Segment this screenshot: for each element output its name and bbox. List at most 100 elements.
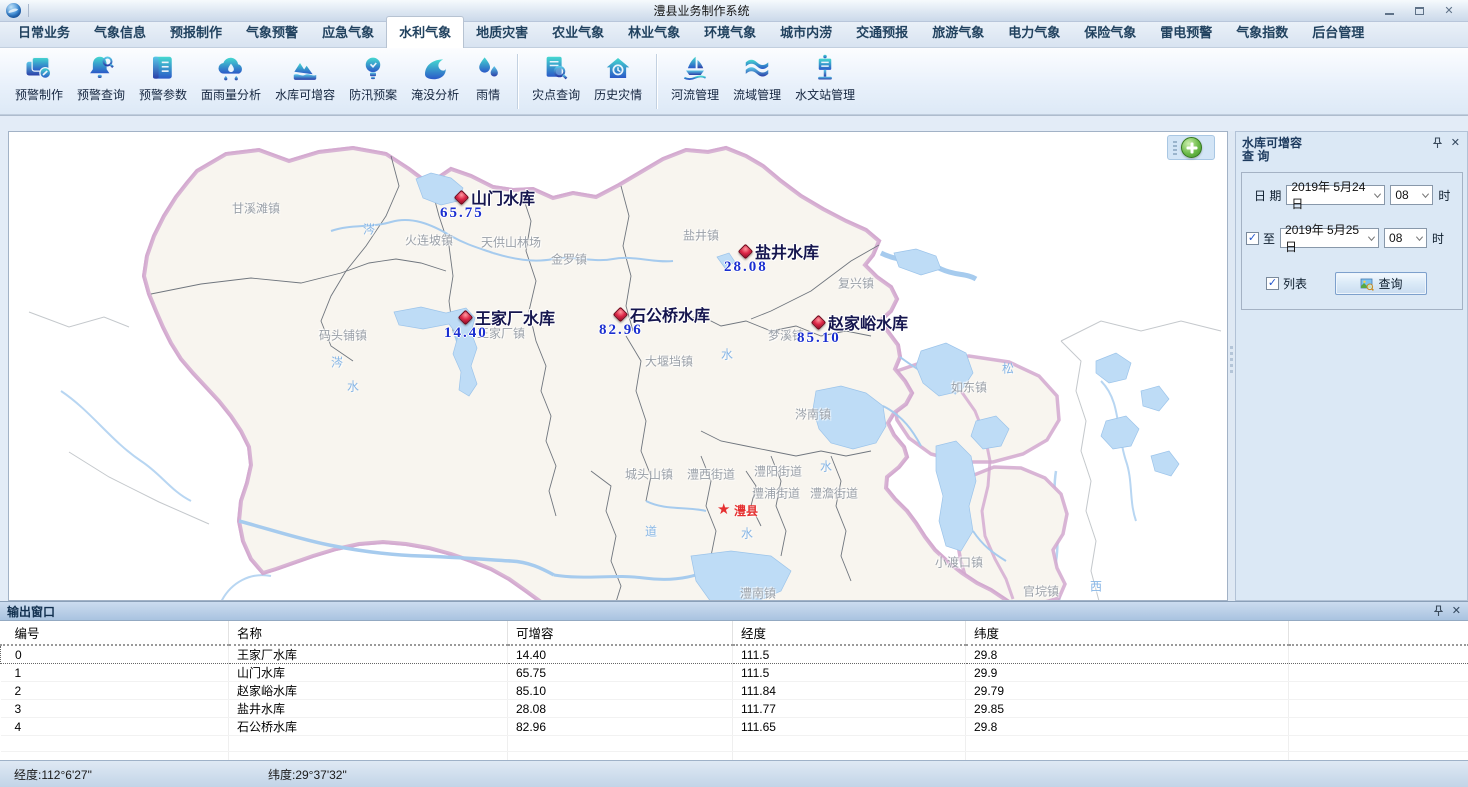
table-row[interactable]: 2赵家峪水库85.10111.8429.79	[1, 682, 1468, 700]
menu-item[interactable]: 气象信息	[82, 17, 158, 47]
minimize-button[interactable]	[1374, 2, 1404, 20]
query-button-label: 查询	[1379, 275, 1403, 292]
output-header: 输出窗口 ✕	[0, 602, 1468, 621]
col-header-empty	[1289, 621, 1468, 645]
list-checkbox[interactable]	[1266, 277, 1279, 290]
tool-label: 历史灾情	[594, 86, 642, 103]
tool-label: 河流管理	[671, 86, 719, 103]
list-label: 列表	[1283, 275, 1307, 292]
close-panel-icon[interactable]: ✕	[1452, 606, 1461, 617]
panel-header: 水库可增容 查 询 ✕	[1236, 132, 1467, 163]
toolbar-group-water: 河流管理 流域管理 水文站管理	[664, 49, 862, 114]
tool-hydro-station-manage[interactable]: 水文站管理	[788, 49, 862, 114]
menu-item-selected[interactable]: 水利气象	[386, 16, 464, 48]
reservoir-value-label: 14.40	[444, 325, 488, 342]
col-header-latitude[interactable]: 纬度	[966, 621, 1289, 645]
menu-item[interactable]: 预报制作	[158, 17, 234, 47]
tool-label: 预警制作	[15, 86, 63, 103]
table-row[interactable]: 0王家厂水库14.40111.529.8	[1, 645, 1468, 664]
status-latitude: 纬度:29°37'32"	[268, 766, 347, 783]
menu-item[interactable]: 应急气象	[310, 17, 386, 47]
submerge-icon	[420, 49, 450, 86]
menu-item[interactable]: 日常业务	[6, 17, 82, 47]
hydro-station-icon	[810, 49, 840, 86]
to-label: 至	[1263, 230, 1275, 247]
rain-icon	[473, 49, 503, 86]
table-row[interactable]: 4石公桥水库82.96111.6529.8	[1, 718, 1468, 736]
menu-item[interactable]: 地质灾害	[464, 17, 540, 47]
tool-label: 面雨量分析	[201, 86, 261, 103]
tool-label: 防汛预案	[349, 86, 397, 103]
tool-river-manage[interactable]: 河流管理	[664, 49, 726, 114]
menu-item[interactable]: 后台管理	[1300, 17, 1376, 47]
col-header-longitude[interactable]: 经度	[733, 621, 966, 645]
menu-item[interactable]: 环境气象	[692, 17, 768, 47]
table-row[interactable]: 3盐井水库28.08111.7729.85	[1, 700, 1468, 718]
tool-flood-plan[interactable]: 防汛预案	[342, 49, 404, 114]
tool-basin-manage[interactable]: 流域管理	[726, 49, 788, 114]
menu-item[interactable]: 保险气象	[1072, 17, 1148, 47]
zoom-in-button[interactable]	[1181, 137, 1202, 158]
toolbar-group-disaster: 灾点查询 历史灾情	[525, 49, 649, 114]
col-header-capacity[interactable]: 可增容	[508, 621, 733, 645]
tool-reservoir-capacity[interactable]: 水库可增容	[268, 49, 342, 114]
tool-disaster-history[interactable]: 历史灾情	[587, 49, 649, 114]
vertical-splitter[interactable]	[1228, 131, 1235, 601]
to-date-checkbox[interactable]	[1246, 232, 1259, 245]
close-panel-icon[interactable]: ✕	[1451, 138, 1460, 149]
rain-analysis-icon	[216, 49, 246, 86]
pin-icon[interactable]	[1433, 137, 1442, 149]
table-row[interactable]: 1山门水库65.75111.529.9	[1, 664, 1468, 682]
menu-item[interactable]: 林业气象	[616, 17, 692, 47]
reservoir-value-label: 82.96	[599, 322, 643, 339]
tool-submerge-analysis[interactable]: 淹没分析	[404, 49, 466, 114]
query-button[interactable]: 查询	[1335, 272, 1427, 295]
tool-label: 水文站管理	[795, 86, 855, 103]
end-date-select[interactable]: 2019年 5月25日	[1280, 228, 1379, 248]
start-date-select[interactable]: 2019年 5月24日	[1286, 185, 1385, 205]
tool-label: 灾点查询	[532, 86, 580, 103]
panel-title: 水库可增容	[1242, 137, 1461, 150]
tool-label: 水库可增容	[275, 86, 335, 103]
close-button[interactable]: ✕	[1434, 2, 1464, 20]
query-groupbox: 日 期 2019年 5月24日 08 时 至 2019年 5月2	[1241, 172, 1463, 310]
disaster-history-icon	[603, 49, 633, 86]
county-name: 澧县	[734, 502, 758, 519]
panel-title-2: 查 询	[1242, 150, 1461, 163]
menu-item[interactable]: 城市内涝	[768, 17, 844, 47]
hour-suffix: 时	[1438, 187, 1450, 204]
app-window: 澧县业务制作系统 ✕ 日常业务 气象信息 预报制作 气象预警 应急气象 水利气象…	[0, 0, 1468, 787]
disaster-search-icon	[541, 49, 571, 86]
menu-item[interactable]: 气象预警	[234, 17, 310, 47]
hour-suffix: 时	[1432, 230, 1444, 247]
tool-alert-query[interactable]: 预警查询	[70, 49, 132, 114]
start-hour-select[interactable]: 08	[1390, 185, 1433, 205]
tool-rain-condition[interactable]: 雨情	[466, 49, 510, 114]
alert-params-icon	[148, 49, 178, 86]
menu-item[interactable]: 旅游气象	[920, 17, 996, 47]
drag-grip-icon	[1173, 141, 1177, 155]
col-header-id[interactable]: 编号	[1, 621, 229, 645]
reservoir-value-label: 28.08	[724, 259, 768, 276]
map-canvas[interactable]: 甘溪滩镇 火连坡镇 天供山林场 金罗镇 盐井镇 复兴镇 码头铺镇 王家厂镇 梦溪…	[8, 131, 1228, 601]
result-table: 编号 名称 可增容 经度 纬度 0王家厂水库14.40111.529.8 1山门…	[0, 621, 1468, 760]
menu-item[interactable]: 雷电预警	[1148, 17, 1224, 47]
chevron-down-icon	[1421, 191, 1430, 200]
tool-rain-analysis[interactable]: 面雨量分析	[194, 49, 268, 114]
menu-item[interactable]: 农业气象	[540, 17, 616, 47]
tool-alert-params[interactable]: 预警参数	[132, 49, 194, 114]
toolbar: 预警制作 预警查询 预警参数 面雨量分析 水库可增容 防汛预案	[0, 48, 1468, 115]
menu-item[interactable]: 气象指数	[1224, 17, 1300, 47]
tool-disaster-search[interactable]: 灾点查询	[525, 49, 587, 114]
status-longitude: 经度:112°6'27"	[14, 766, 268, 783]
end-hour-select[interactable]: 08	[1384, 228, 1427, 248]
tool-alert-edit[interactable]: 预警制作	[8, 49, 70, 114]
menu-item[interactable]: 交通预报	[844, 17, 920, 47]
maximize-button[interactable]	[1404, 2, 1434, 20]
col-header-name[interactable]: 名称	[229, 621, 508, 645]
pin-icon[interactable]	[1434, 605, 1443, 617]
menu-item[interactable]: 电力气象	[996, 17, 1072, 47]
query-button-icon	[1360, 277, 1374, 291]
map-tool-strip[interactable]	[1167, 135, 1215, 160]
flood-plan-icon	[358, 49, 388, 86]
